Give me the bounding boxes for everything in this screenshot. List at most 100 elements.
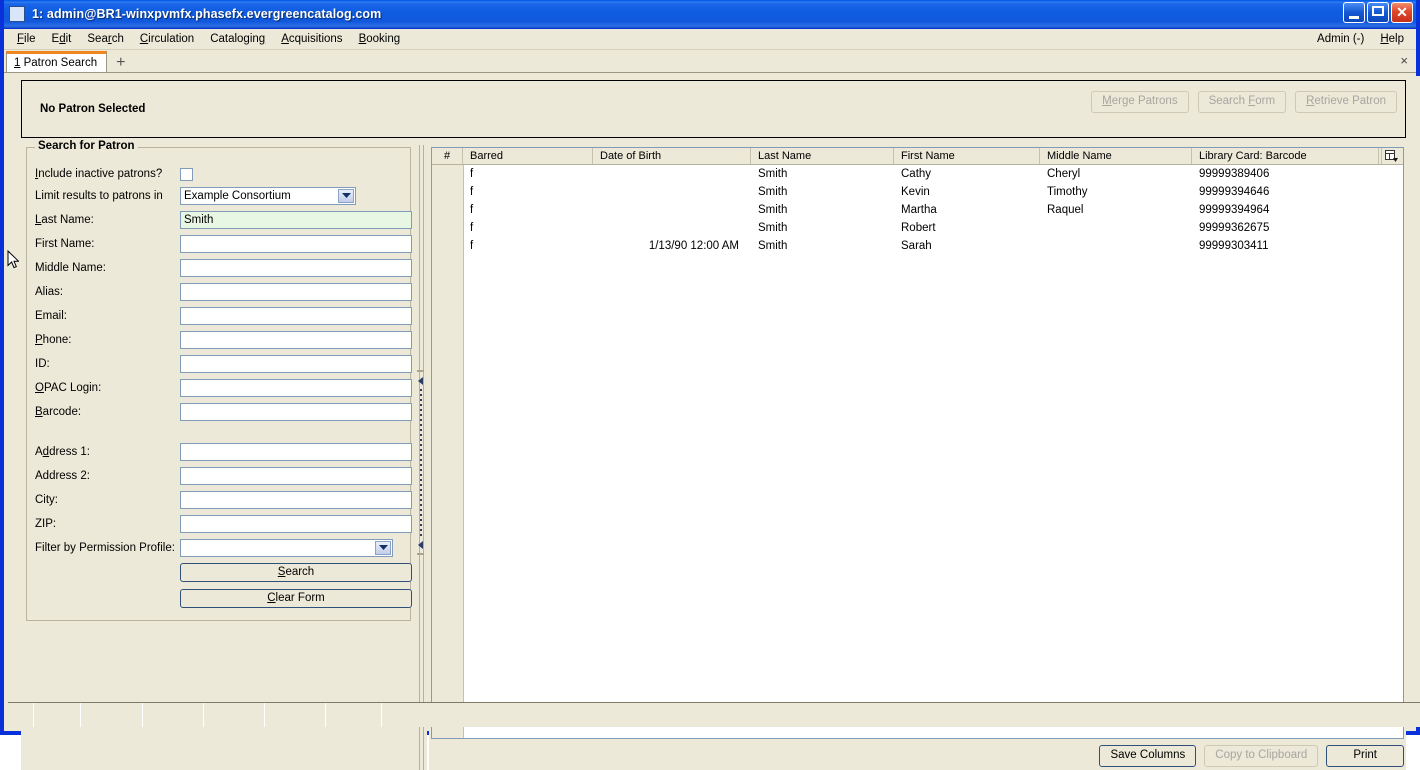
last-name-input[interactable] — [180, 211, 412, 229]
city-label: City: — [35, 494, 58, 506]
minimize-button[interactable] — [1343, 2, 1365, 23]
id-input[interactable] — [180, 355, 412, 373]
alias-input[interactable] — [180, 283, 412, 301]
column-header-library-card-barcode[interactable]: Library Card: Barcode — [1192, 148, 1382, 164]
table-row[interactable]: 2fSmithKevinTimothy99999394646 — [432, 183, 1403, 201]
table-row[interactable]: 3fSmithMarthaRaquel99999394964 — [432, 201, 1403, 219]
field-row-first-name: First Name: — [35, 233, 412, 255]
menu-item-booking[interactable]: Booking — [351, 31, 409, 47]
cell-barred: f — [470, 168, 474, 180]
table-row[interactable]: 4fSmithRobert99999362675 — [432, 219, 1403, 237]
alias-label: Alias: — [35, 286, 64, 298]
column-header-date-of-birth[interactable]: Date of Birth — [593, 148, 751, 164]
field-row-zip: ZIP: — [35, 513, 412, 535]
menu-item-file[interactable]: FFileile — [9, 31, 44, 47]
table-row[interactable]: 1fSmithCathyCheryl99999389406 — [432, 165, 1403, 183]
limit-results-select[interactable]: Example Consortium — [180, 187, 356, 205]
patron-results-grid[interactable]: # Barred Date of Birth Last Name First N… — [431, 147, 1404, 739]
column-header-barred[interactable]: Barred — [463, 148, 593, 164]
middle-name-input[interactable] — [180, 259, 412, 277]
save-columns-button[interactable]: Save Columns — [1099, 745, 1197, 767]
close-button[interactable]: ✕ — [1391, 2, 1413, 23]
patron-status-label: No Patron Selected — [40, 103, 146, 115]
address2-label: Address 2: — [35, 470, 90, 482]
menu-item-help[interactable]: Help — [1372, 31, 1412, 47]
window-title: 1: admin@BR1-winxpvmfx.phasefx.evergreen… — [32, 7, 382, 21]
email-input[interactable] — [180, 307, 412, 325]
include-inactive-checkbox[interactable] — [180, 167, 193, 181]
status-segment-1 — [8, 703, 34, 727]
address1-input[interactable] — [180, 443, 412, 461]
field-row-city: City: — [35, 489, 412, 511]
search-for-patron-fieldset: Search for Patron Include inactive patro… — [26, 140, 412, 621]
menu-item-acquisitions[interactable]: Acquisitions — [273, 31, 350, 47]
first-name-input[interactable] — [180, 235, 412, 253]
cell-barcode: 99999303411 — [1199, 240, 1269, 252]
maximize-icon — [1372, 6, 1384, 16]
cell-last: Smith — [758, 168, 788, 180]
field-row-phone: Phone: — [35, 329, 412, 351]
cell-last: Smith — [758, 204, 788, 216]
menu-item-search[interactable]: Search — [79, 31, 131, 47]
maximize-button[interactable] — [1367, 2, 1389, 23]
cell-barred: f — [470, 204, 474, 216]
cell-first: Cathy — [901, 168, 932, 180]
permission-profile-select[interactable] — [180, 539, 393, 557]
status-segment-3 — [81, 703, 143, 727]
field-row-address1: Address 1: — [35, 441, 412, 463]
status-bar — [8, 702, 1420, 727]
menu-item-cataloging[interactable]: Cataloging — [202, 31, 273, 47]
field-row-permission-profile: Filter by Permission Profile: — [35, 537, 393, 559]
limit-results-value: Example Consortium — [184, 190, 291, 202]
phone-input[interactable] — [180, 331, 412, 349]
collapse-left-icon[interactable] — [417, 377, 425, 385]
column-picker-icon[interactable] — [1378, 148, 1403, 164]
email-label: Email: — [35, 310, 67, 322]
cell-barcode: 99999362675 — [1199, 222, 1270, 234]
cell-middle — [1040, 219, 1192, 237]
grid-body: 1fSmithCathyCheryl999993894062fSmithKevi… — [432, 165, 1403, 255]
collapse-right-icon[interactable] — [417, 541, 425, 549]
city-input[interactable] — [180, 491, 412, 509]
zip-input[interactable] — [180, 515, 412, 533]
new-tab-button[interactable]: + — [107, 55, 134, 72]
application-window: 1: admin@BR1-winxpvmfx.phasefx.evergreen… — [0, 0, 1420, 770]
field-row-include-inactive: Include inactive patrons? — [35, 163, 193, 185]
pane-splitter[interactable] — [415, 145, 427, 770]
menu-item-admin[interactable]: Admin (-) — [1309, 31, 1372, 47]
print-button[interactable]: Print — [1326, 745, 1404, 767]
close-tab-icon[interactable]: × — [1400, 53, 1408, 68]
cell-barcode: 99999394964 — [1199, 204, 1270, 216]
barcode-input[interactable] — [180, 403, 412, 421]
copy-to-clipboard-button[interactable]: Copy to Clipboard — [1204, 745, 1319, 767]
column-header-number[interactable]: # — [432, 148, 463, 164]
field-row-last-name: Last Name: — [35, 209, 412, 231]
grid-header-row: # Barred Date of Birth Last Name First N… — [432, 148, 1403, 165]
search-button[interactable]: Search — [180, 563, 412, 582]
cell-barcode: 99999394646 — [1199, 186, 1270, 198]
status-segment-4 — [143, 703, 204, 727]
cell-first: Kevin — [901, 186, 930, 198]
retrieve-patron-button[interactable]: Retrieve Patron — [1295, 91, 1397, 113]
splitter-line-right — [423, 145, 424, 770]
field-row-barcode: Barcode: — [35, 401, 412, 423]
column-header-first-name[interactable]: First Name — [894, 148, 1040, 164]
column-header-last-name[interactable]: Last Name — [751, 148, 894, 164]
cell-first: Sarah — [901, 240, 932, 252]
clear-form-button[interactable]: Clear Form — [180, 589, 412, 608]
address2-input[interactable] — [180, 467, 412, 485]
cell-barred: f — [470, 222, 474, 234]
search-form-button[interactable]: Search Form — [1197, 91, 1287, 113]
first-name-label: First Name: — [35, 238, 95, 250]
menu-item-edit[interactable]: Edit — [44, 31, 80, 47]
tab-patron-search[interactable]: 1 Patron Search — [6, 51, 108, 72]
opac-login-input[interactable] — [180, 379, 412, 397]
main-content: No Patron Selected Merge Patrons Search … — [8, 76, 1420, 770]
column-header-middle-name[interactable]: Middle Name — [1040, 148, 1192, 164]
menu-item-circulation[interactable]: Circulation — [132, 31, 202, 47]
status-segment-5 — [204, 703, 265, 727]
table-row[interactable]: 5f1/13/90 12:00 AMSmithSarah99999303411 — [432, 237, 1403, 255]
last-name-label: Last Name: — [35, 214, 94, 226]
chevron-down-icon — [375, 541, 391, 555]
merge-patrons-button[interactable]: Merge Patrons — [1091, 91, 1189, 113]
